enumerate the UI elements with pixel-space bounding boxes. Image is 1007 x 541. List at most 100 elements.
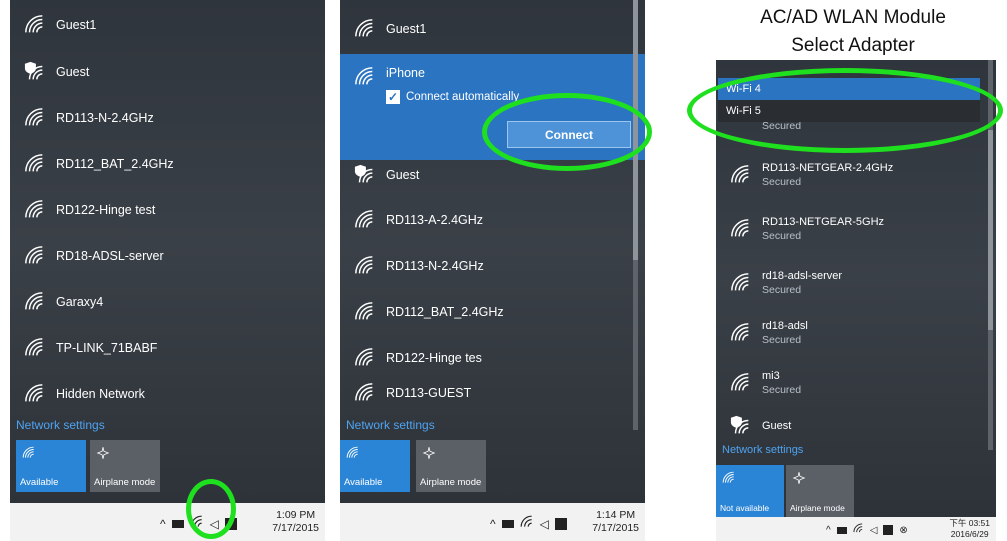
network-item-guest[interactable]: Guest [10, 49, 325, 95]
ime-icon[interactable]: ⊗ [899, 525, 907, 536]
wifi-icon [354, 255, 376, 277]
network-settings-link[interactable]: Network settings [346, 418, 435, 432]
battery-icon[interactable] [171, 519, 184, 528]
network-settings-link[interactable]: Network settings [16, 418, 105, 432]
network-name: TP-LINK_71BABF [56, 341, 158, 355]
action-center-icon[interactable] [883, 525, 894, 535]
selected-network-details: iPhone ✓ Connect automatically [386, 66, 519, 104]
wifi-tray-icon[interactable] [853, 523, 864, 537]
action-center-icon[interactable] [554, 517, 567, 530]
network-name: Guest [386, 168, 420, 182]
checkbox-checked[interactable]: ✓ [386, 90, 400, 104]
network-item-guest1[interactable]: Guest1 [340, 6, 645, 52]
volume-icon[interactable]: ◁ [870, 525, 878, 536]
wifi-toggle-tile[interactable]: Available [16, 440, 86, 492]
wifi-icon [354, 301, 376, 323]
wifi-icon [22, 446, 36, 460]
scrollbar-thumb[interactable] [988, 130, 993, 330]
clock-time: 1:09 PM [276, 509, 316, 521]
airplane-mode-tile[interactable]: Airplane mode [416, 440, 486, 492]
wifi-icon [354, 18, 376, 40]
network-name: Guest [762, 420, 792, 432]
network-item-guest[interactable]: Guest [716, 408, 996, 444]
clock-time: 下午 03:51 [949, 518, 990, 528]
clock-date: 2016/6/29 [950, 529, 989, 539]
highlight-ring-wifi-tray [186, 479, 236, 539]
network-item-rd113-guest[interactable]: RD113-GUEST [340, 378, 645, 408]
wifi-icon [346, 446, 360, 460]
network-item-hidden[interactable]: Hidden Network [10, 371, 325, 417]
heading-select-adapter: Select Adapter [791, 35, 915, 56]
network-name: RD113-N-2.4GHz [386, 259, 484, 273]
volume-icon[interactable]: ◁ [540, 517, 549, 531]
network-status: Secured [762, 384, 802, 396]
chevron-up-icon[interactable]: ^ [826, 525, 831, 536]
network-item-rd18-adsl[interactable]: rd18-adsl Secured [716, 310, 996, 356]
network-item-rd112-bat[interactable]: RD112_BAT_2.4GHz [10, 141, 325, 187]
wifi-icon [24, 107, 46, 129]
network-name: RD113-GUEST [386, 386, 472, 400]
network-item-rd18-adsl-server[interactable]: rd18-adsl-server Secured [716, 260, 996, 306]
network-text: rd18-adsl Secured [762, 320, 808, 346]
battery-icon[interactable] [836, 526, 847, 534]
network-text: RD113-NETGEAR-5GHz Secured [762, 216, 884, 242]
network-item-rd122-hinge[interactable]: RD122-Hinge test [10, 187, 325, 233]
network-item-rd113-a[interactable]: RD113-A-2.4GHz [340, 197, 645, 243]
wifi-icon [730, 322, 752, 344]
wifi-tray-icon[interactable] [520, 515, 534, 532]
network-name: RD18-ADSL-server [56, 249, 164, 263]
taskbar-clock[interactable]: 1:09 PM 7/17/2015 [272, 509, 319, 535]
wifi-icon [354, 209, 376, 231]
wifi-icon [730, 272, 752, 294]
connect-auto-row[interactable]: ✓ Connect automatically [386, 90, 519, 104]
network-item-rd112-bat[interactable]: RD112_BAT_2.4GHz [340, 289, 645, 335]
network-text: rd18-adsl-server Secured [762, 270, 842, 296]
clock-time: 1:14 PM [596, 509, 636, 521]
wifi-icon [24, 291, 46, 313]
wifi-icon [24, 245, 46, 267]
network-item-rd18-adsl-server[interactable]: RD18-ADSL-server [10, 233, 325, 279]
wifi-toggle-tile[interactable]: Not available [716, 465, 784, 517]
network-status: Secured [762, 284, 802, 296]
taskbar-clock[interactable]: 下午 03:51 2016/6/29 [949, 518, 990, 540]
chevron-up-icon[interactable]: ^ [490, 517, 496, 531]
wifi-icon [730, 218, 752, 240]
network-item-guest1[interactable]: Guest1 [10, 2, 325, 48]
tile-label: Not available [720, 503, 770, 513]
chevron-up-icon[interactable]: ^ [160, 517, 166, 531]
clock-date: 7/17/2015 [272, 522, 319, 534]
heading-module: AC/AD WLAN Module [760, 7, 946, 28]
highlight-ring-connect [482, 93, 652, 171]
network-name: Guest1 [386, 22, 427, 36]
airplane-mode-tile[interactable]: Airplane mode [786, 465, 854, 517]
airplane-mode-tile[interactable]: Airplane mode [90, 440, 160, 492]
network-name: rd18-adsl [762, 320, 808, 332]
network-item-netgear-24[interactable]: RD113-NETGEAR-2.4GHz Secured [716, 152, 996, 198]
network-settings-link[interactable]: Network settings [722, 444, 803, 456]
network-flyout-panel-2: Guest1 iPhone ✓ Connect automatically Co… [340, 0, 645, 541]
network-item-rd113-n[interactable]: RD113-N-2.4GHz [10, 95, 325, 141]
network-item-garaxy4[interactable]: Garaxy4 [10, 279, 325, 325]
scrollbar[interactable] [633, 0, 638, 430]
network-status: Secured [762, 176, 802, 188]
network-item-rd113-n[interactable]: RD113-N-2.4GHz [340, 243, 645, 289]
wifi-icon [24, 383, 46, 405]
network-item-mi3[interactable]: mi3 Secured [716, 360, 996, 406]
wifi-icon [24, 153, 46, 175]
highlight-ring-adapter [687, 68, 1003, 153]
battery-icon[interactable] [501, 519, 514, 528]
taskbar-clock[interactable]: 1:14 PM 7/17/2015 [592, 509, 639, 535]
network-item-netgear-5[interactable]: RD113-NETGEAR-5GHz Secured [716, 206, 996, 252]
network-item-tp-link[interactable]: TP-LINK_71BABF [10, 325, 325, 371]
network-name: RD112_BAT_2.4GHz [386, 305, 504, 319]
wifi-icon [354, 382, 376, 404]
wifi-toggle-tile[interactable]: Available [340, 440, 410, 492]
network-item-rd122-hinge[interactable]: RD122-Hinge tes [340, 335, 645, 381]
wifi-shield-icon [24, 61, 46, 83]
network-flyout-panel-1: Guest1 Guest RD113-N-2.4GHz RD112_BAT_2.… [10, 0, 325, 541]
taskbar: ^ ◁ ⊗ 下午 03:51 2016/6/29 [716, 517, 996, 541]
tile-label: Available [344, 477, 383, 488]
wifi-icon [354, 347, 376, 369]
clock-date: 7/17/2015 [592, 522, 639, 534]
wifi-shield-icon [730, 415, 752, 437]
